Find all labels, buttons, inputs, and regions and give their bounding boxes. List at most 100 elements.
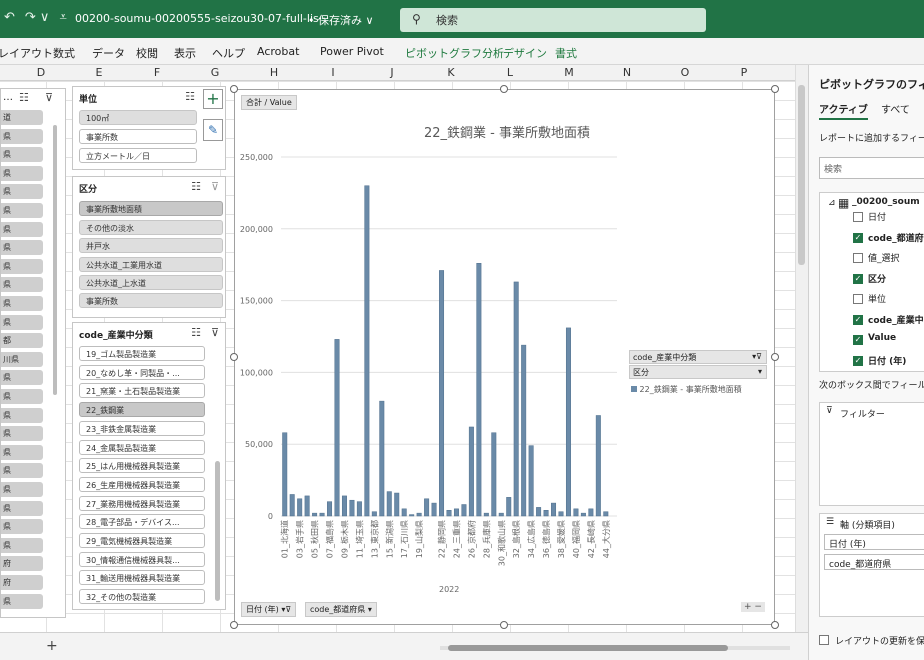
- resize-handle[interactable]: [230, 353, 238, 361]
- tab-data[interactable]: データ: [92, 45, 125, 61]
- axis-field-pref[interactable]: code_都道府県: [824, 554, 924, 570]
- bar[interactable]: [461, 504, 467, 517]
- bar[interactable]: [327, 501, 333, 517]
- bar[interactable]: [603, 511, 609, 517]
- slicer-item[interactable]: 30_情報通信機械器具製...: [79, 551, 205, 567]
- bar[interactable]: [409, 514, 415, 517]
- bar[interactable]: [379, 400, 385, 517]
- bar[interactable]: [468, 426, 474, 517]
- slicer-item[interactable]: 県: [1, 165, 43, 181]
- slicer-item[interactable]: 27_業務用機械器具製造業: [79, 495, 205, 511]
- resize-handle[interactable]: [500, 621, 508, 629]
- field-checkbox[interactable]: [853, 294, 863, 304]
- slicer-item[interactable]: 府: [1, 575, 43, 590]
- tab-active[interactable]: アクティブ: [819, 101, 868, 120]
- expand-collapse-buttons[interactable]: + −: [741, 602, 765, 612]
- tab-help[interactable]: ヘルプ: [212, 45, 245, 61]
- field-search-input[interactable]: 検索: [819, 157, 924, 179]
- bar[interactable]: [282, 432, 288, 517]
- slicer-item[interactable]: 県: [1, 370, 43, 386]
- tab-power-pivot[interactable]: Power Pivot: [320, 45, 384, 58]
- slicer-scrollbar[interactable]: [215, 461, 220, 601]
- slicer-item[interactable]: 県: [1, 500, 43, 516]
- slicer-item[interactable]: 県: [1, 221, 43, 237]
- bar[interactable]: [453, 508, 459, 517]
- slicer-item[interactable]: 29_電気機械器具製造業: [79, 533, 205, 548]
- resize-handle[interactable]: [500, 85, 508, 93]
- slicer-item[interactable]: 県: [1, 128, 43, 144]
- slicer-item[interactable]: 21_窯業・土石製品製造業: [79, 383, 205, 399]
- defer-update-checkbox[interactable]: [819, 635, 829, 645]
- brush-icon[interactable]: ✎: [203, 119, 223, 141]
- resize-handle[interactable]: [230, 85, 238, 93]
- resize-handle[interactable]: [230, 621, 238, 629]
- bar[interactable]: [558, 511, 564, 517]
- slicer-item[interactable]: 井戸水: [79, 238, 223, 253]
- axis-field-button-pref[interactable]: code_都道府県 ▾: [305, 602, 377, 617]
- slicer-item[interactable]: 県: [1, 537, 43, 553]
- slicer-item[interactable]: 24_金属製品製造業: [79, 439, 205, 455]
- resize-handle[interactable]: [771, 621, 779, 629]
- slicer-item[interactable]: 20_なめし革・同製品・...: [79, 364, 205, 380]
- slicer-item[interactable]: 事業所数: [79, 293, 223, 308]
- bar[interactable]: [349, 499, 355, 517]
- field-checkbox[interactable]: [853, 212, 863, 222]
- axis-field-year[interactable]: 日付 (年): [824, 534, 924, 550]
- slicer-item[interactable]: 道: [1, 110, 43, 125]
- slicer-item[interactable]: 県: [1, 593, 43, 609]
- bar[interactable]: [483, 512, 489, 517]
- bar[interactable]: [312, 512, 318, 517]
- axis-field-button-year[interactable]: 日付 (年) ▾⊽: [241, 602, 297, 617]
- slicer-item[interactable]: 都: [1, 333, 43, 349]
- save-status[interactable]: • 保存済み ∨: [308, 12, 374, 28]
- bar[interactable]: [565, 327, 571, 517]
- column-header[interactable]: O: [675, 66, 695, 79]
- slicer-item[interactable]: 100㎡: [79, 110, 197, 125]
- slicer-item[interactable]: 32_その他の製造業: [79, 589, 205, 605]
- bar[interactable]: [341, 495, 347, 517]
- slicer-item[interactable]: 県: [1, 258, 43, 274]
- multi-select-icon[interactable]: ☷: [185, 90, 195, 103]
- file-name[interactable]: 00200-soumu-00200555-seizou30-07-full-li…: [75, 12, 329, 25]
- bar[interactable]: [386, 491, 392, 517]
- field-checkbox[interactable]: ✓: [853, 273, 863, 284]
- slicer-item[interactable]: 県: [1, 519, 43, 535]
- slicer-item[interactable]: 県: [1, 184, 43, 200]
- column-header[interactable]: D: [31, 66, 51, 79]
- slicer-scrollbar[interactable]: [53, 125, 57, 395]
- slicer-item[interactable]: 府: [1, 556, 43, 572]
- slicer-item[interactable]: 県: [1, 314, 43, 330]
- slicer-item[interactable]: 25_はん用機械器具製造業: [79, 458, 205, 474]
- collapse-icon[interactable]: ⊿: [828, 198, 836, 208]
- bar[interactable]: [595, 415, 601, 517]
- bar[interactable]: [297, 498, 303, 517]
- bar[interactable]: [536, 507, 542, 517]
- bar[interactable]: [394, 492, 400, 517]
- tab-view[interactable]: 表示: [174, 45, 196, 61]
- bar[interactable]: [439, 270, 445, 517]
- bar[interactable]: [491, 432, 497, 517]
- resize-handle[interactable]: [771, 85, 779, 93]
- search-box[interactable]: ⚲ 検索: [400, 8, 706, 32]
- slicer-item[interactable]: 県: [1, 407, 43, 423]
- add-icon[interactable]: +: [203, 89, 223, 109]
- bar[interactable]: [521, 344, 527, 517]
- resize-handle[interactable]: [771, 353, 779, 361]
- column-header[interactable]: K: [441, 66, 461, 79]
- clear-filter-icon[interactable]: ⊽: [45, 91, 53, 104]
- slicer-item[interactable]: 23_非鉄金属製造業: [79, 420, 205, 436]
- multi-select-icon[interactable]: ☷: [191, 326, 201, 339]
- slicer-item[interactable]: 立方メートル／日: [79, 148, 197, 163]
- slicer-item[interactable]: 28_電子部品・デバイス...: [79, 514, 205, 530]
- clear-filter-icon[interactable]: ⊽: [211, 326, 219, 339]
- bar[interactable]: [319, 512, 325, 517]
- scroll-thumb[interactable]: [798, 85, 805, 265]
- bar[interactable]: [304, 495, 310, 517]
- bar[interactable]: [371, 511, 377, 517]
- slicer-item[interactable]: 公共水道_上水道: [79, 275, 223, 290]
- slicer-item[interactable]: 22_鉄鋼業: [79, 402, 205, 418]
- column-header[interactable]: H: [264, 66, 284, 79]
- bar[interactable]: [513, 281, 519, 517]
- bar[interactable]: [528, 445, 534, 517]
- bar[interactable]: [543, 510, 549, 517]
